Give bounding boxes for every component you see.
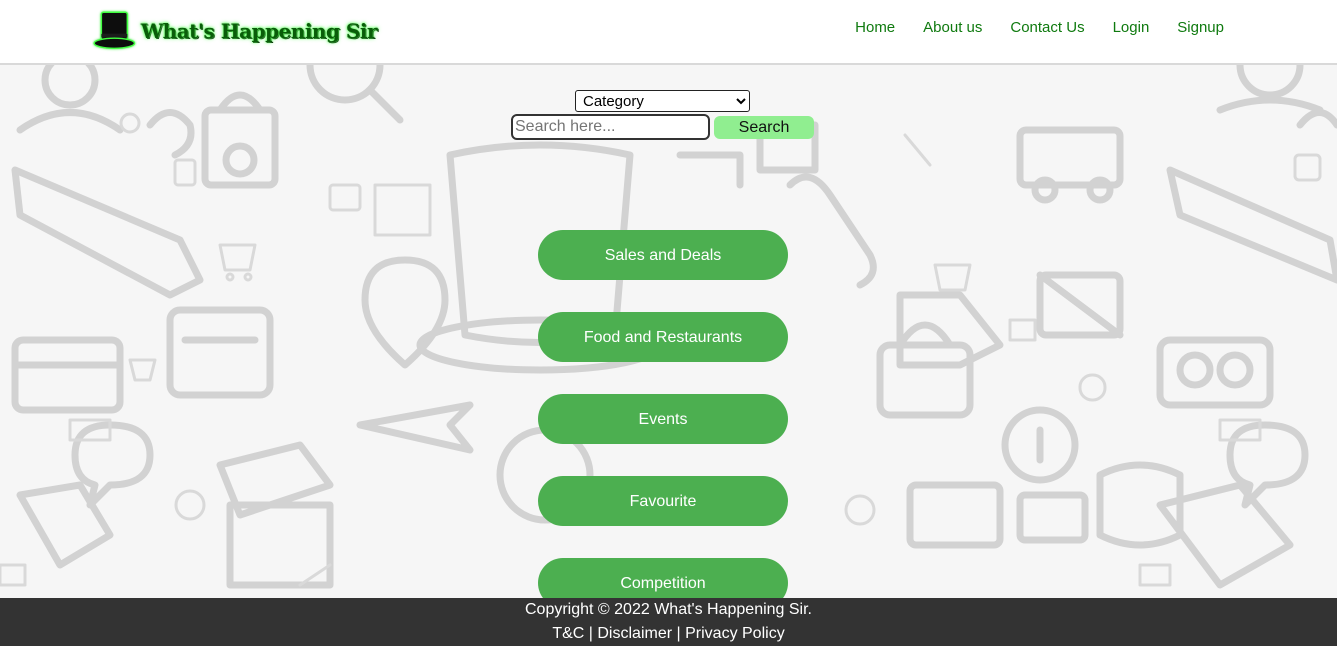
logo-text: What's Happening Sir xyxy=(140,19,378,43)
sales-and-deals-button[interactable]: Sales and Deals xyxy=(538,230,788,280)
copyright-text: Copyright © 2022 What's Happening Sir. xyxy=(525,601,812,618)
disclaimer-link[interactable]: Disclaimer xyxy=(597,625,672,642)
search-button[interactable]: Search xyxy=(714,116,814,139)
privacy-policy-link[interactable]: Privacy Policy xyxy=(685,625,785,642)
nav-home[interactable]: Home xyxy=(855,18,895,38)
events-button[interactable]: Events xyxy=(538,394,788,444)
footer-links: T&C | Disclaimer | Privacy Policy xyxy=(0,625,1337,643)
food-and-restaurants-button[interactable]: Food and Restaurants xyxy=(538,312,788,362)
category-select[interactable]: Category xyxy=(575,90,750,112)
nav-about-us[interactable]: About us xyxy=(923,18,982,38)
top-hat-logo-icon xyxy=(93,11,136,50)
terms-link[interactable]: T&C xyxy=(552,625,584,642)
nav-signup[interactable]: Signup xyxy=(1177,18,1224,38)
nav-login[interactable]: Login xyxy=(1113,18,1150,38)
site-header: What's Happening Sir Home About us Conta… xyxy=(0,0,1337,65)
footer-separator: | xyxy=(676,625,681,642)
search-input[interactable] xyxy=(511,114,710,140)
main-nav: Home About us Contact Us Login Signup xyxy=(827,18,1224,38)
footer-separator: | xyxy=(588,625,593,642)
site-footer: Copyright © 2022 What's Happening Sir. T… xyxy=(0,598,1337,646)
nav-contact-us[interactable]: Contact Us xyxy=(1010,18,1084,38)
site-logo[interactable]: What's Happening Sir xyxy=(92,0,378,62)
favourite-button[interactable]: Favourite xyxy=(538,476,788,526)
